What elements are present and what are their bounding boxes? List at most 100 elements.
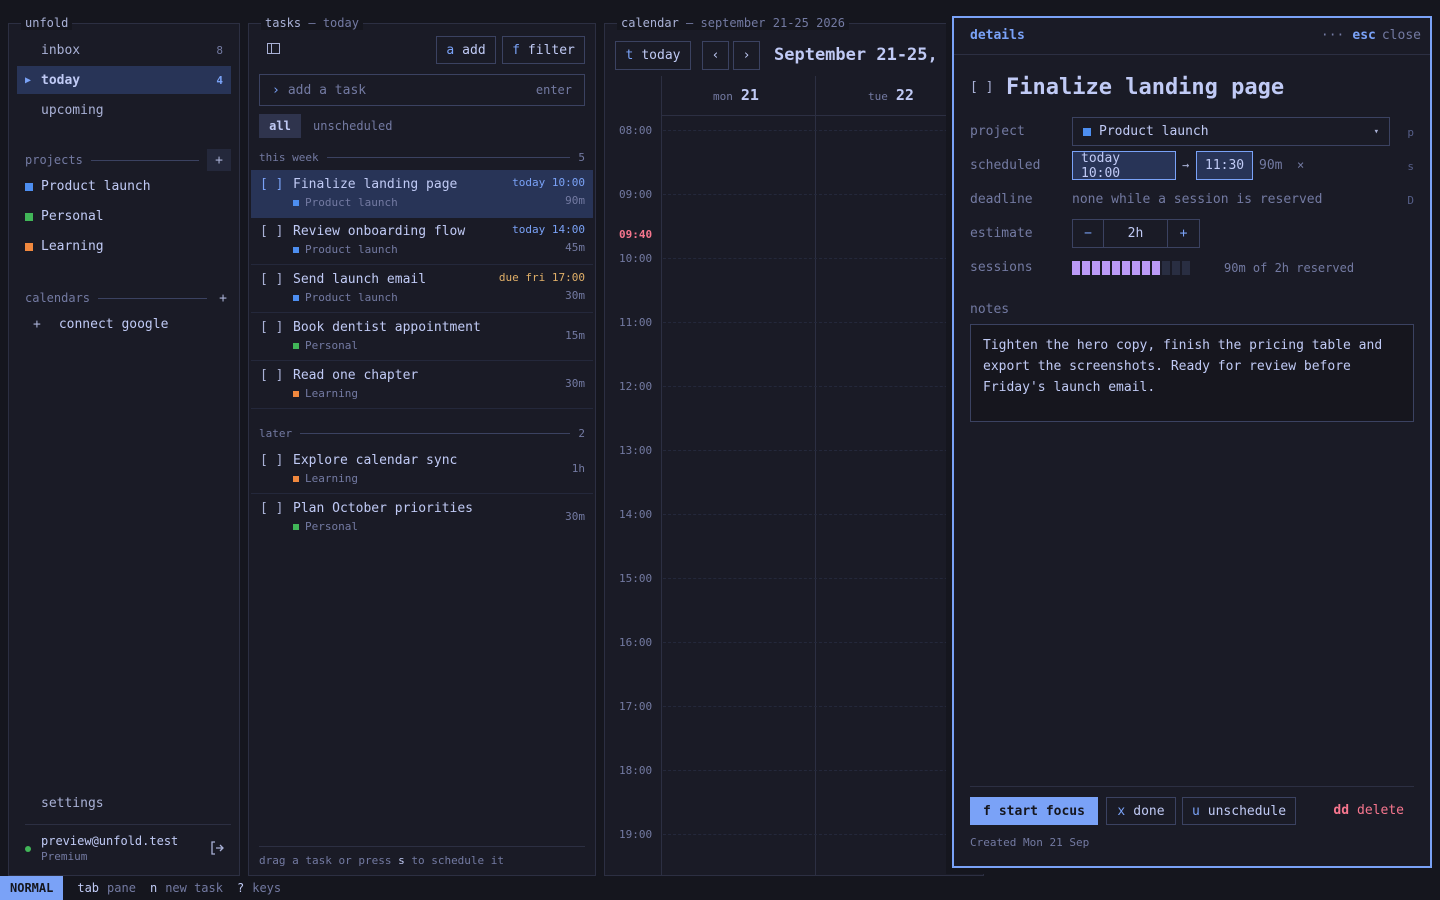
task-checkbox[interactable]: [ ] [260, 368, 283, 383]
project-name: Personal [41, 209, 104, 224]
task-schedule: today 10:00 [512, 176, 585, 189]
settings-link[interactable]: settings [41, 796, 104, 811]
divider [970, 786, 1414, 787]
connect-google-label: connect google [58, 317, 169, 332]
tab-all[interactable]: all [259, 114, 301, 138]
logout-icon[interactable] [209, 840, 227, 856]
hour-label: 11:00 [619, 316, 653, 329]
unschedule-button[interactable]: u unschedule [1182, 797, 1296, 825]
hour-gridline [663, 834, 983, 835]
task-checkbox[interactable]: [ ] [260, 177, 283, 192]
enter-hint: enter [535, 83, 572, 97]
notes-textarea[interactable]: Tighten the hero copy, finish the pricin… [970, 324, 1414, 422]
hour-gridline [663, 514, 983, 515]
close-details-button[interactable]: ··· esc close [1321, 28, 1421, 43]
day-of-week: tue [868, 90, 888, 103]
task-checkbox[interactable]: [ ] [970, 80, 993, 95]
task-duration: 30m [565, 289, 585, 302]
today-count: 4 [216, 73, 223, 87]
task-title: Review onboarding flow [293, 224, 466, 239]
sidebar-item-upcoming[interactable]: upcoming [17, 96, 231, 124]
clear-schedule-icon[interactable]: × [1297, 158, 1304, 172]
tab-unscheduled[interactable]: unscheduled [313, 119, 392, 133]
sidebar-item-today[interactable]: ▶ today 4 [17, 66, 231, 94]
sidebar-toggle-icon[interactable] [267, 43, 281, 55]
task-checkbox[interactable]: [ ] [260, 320, 283, 335]
task-checkbox[interactable]: [ ] [260, 224, 283, 239]
more-menu-icon[interactable]: ··· [1321, 28, 1344, 43]
project-color-icon [293, 523, 299, 530]
project-item-personal[interactable]: Personal [25, 209, 104, 224]
task-checkbox[interactable]: [ ] [260, 453, 283, 468]
hour-gridline [663, 130, 983, 131]
details-title: details [970, 28, 1025, 43]
project-select[interactable]: Product launch ▾ [1072, 117, 1390, 146]
button-label: filter [527, 42, 575, 58]
projects-label: projects [25, 153, 83, 167]
task-duration: 1h [571, 462, 585, 475]
shortcut-key: n [149, 881, 158, 895]
delete-task-button[interactable]: dd delete [1333, 803, 1404, 818]
divider [259, 846, 585, 847]
task-project: Learning [293, 472, 358, 485]
day-header-mon[interactable]: mon 21 [713, 86, 759, 104]
task-title: Finalize landing page [293, 177, 458, 192]
task-row[interactable]: [ ] Plan October priorities Personal 30m [251, 494, 593, 542]
project-color-icon [25, 242, 33, 251]
scheduled-start-field[interactable]: today 10:00 [1072, 151, 1176, 181]
task-row[interactable]: [ ] Send launch email Product launch due… [251, 265, 593, 313]
shortcut-key: u [1191, 803, 1200, 819]
task-checkbox[interactable]: [ ] [260, 272, 283, 287]
scheduled-end-field[interactable]: 11:30 [1196, 151, 1253, 180]
hour-gridline [663, 450, 983, 451]
task-row[interactable]: [ ] Explore calendar sync Learning 1h [251, 446, 593, 494]
project-value: Product launch [1099, 124, 1209, 139]
task-row[interactable]: [ ] Review onboarding flow Product launc… [251, 217, 593, 265]
task-row[interactable]: [ ] Book dentist appointment Personal 15… [251, 313, 593, 361]
estimate-value[interactable]: 2h [1104, 220, 1168, 247]
add-calendar-button[interactable]: + [215, 287, 231, 309]
day-header-tue[interactable]: tue 22 [868, 86, 914, 104]
today-button[interactable]: t today [615, 41, 691, 70]
created-date: Created Mon 21 Sep [970, 836, 1090, 849]
button-label: done [1133, 803, 1165, 819]
sidebar-item-inbox[interactable]: inbox 8 [17, 36, 231, 64]
deadline-value[interactable]: none while a session is reserved [1072, 192, 1322, 207]
divider [25, 824, 231, 825]
user-email: preview@unfold.test [41, 834, 179, 848]
mark-done-button[interactable]: x done [1106, 797, 1176, 825]
task-checkbox[interactable]: [ ] [260, 501, 283, 516]
shortcut-key: a [446, 42, 455, 58]
add-project-button[interactable]: + [207, 149, 231, 171]
increase-estimate-button[interactable]: + [1168, 220, 1199, 247]
task-duration: 30m [565, 510, 585, 523]
keyhint-keys: ? keys [237, 881, 281, 895]
project-shortcut-hint: p [1407, 126, 1414, 139]
task-title: Send launch email [293, 272, 427, 287]
group-this-week: this week 5 [259, 151, 585, 164]
keyhint-new-task: n new task [150, 881, 223, 895]
decrease-estimate-button[interactable]: − [1073, 220, 1104, 247]
scheduled-label: scheduled [970, 158, 1041, 173]
title-separator: — [308, 16, 316, 30]
next-week-button[interactable]: › [733, 41, 760, 70]
task-project: Learning [293, 387, 358, 400]
task-project: Personal [293, 339, 358, 352]
hour-gridline [663, 642, 983, 643]
shortcut-key: t [625, 48, 634, 63]
filter-button[interactable]: f filter [502, 36, 585, 64]
add-task-input[interactable]: › add a task enter [259, 74, 585, 106]
selected-arrow-icon: ▶ [25, 74, 32, 86]
connect-google-button[interactable]: + connect google [33, 317, 168, 332]
previous-week-button[interactable]: ‹ [702, 41, 729, 70]
task-row[interactable]: [ ] Finalize landing page Product launch… [251, 170, 593, 218]
hour-label: 16:00 [619, 636, 653, 649]
project-item-learning[interactable]: Learning [25, 239, 104, 254]
task-title[interactable]: Finalize landing page [1006, 75, 1284, 100]
hour-gridline [663, 194, 983, 195]
task-row[interactable]: [ ] Read one chapter Learning 30m [251, 361, 593, 409]
project-item-product-launch[interactable]: Product launch [25, 179, 151, 194]
close-label: close [1381, 28, 1421, 43]
start-focus-button[interactable]: f start focus [970, 797, 1098, 825]
add-task-button[interactable]: a add [436, 36, 496, 64]
